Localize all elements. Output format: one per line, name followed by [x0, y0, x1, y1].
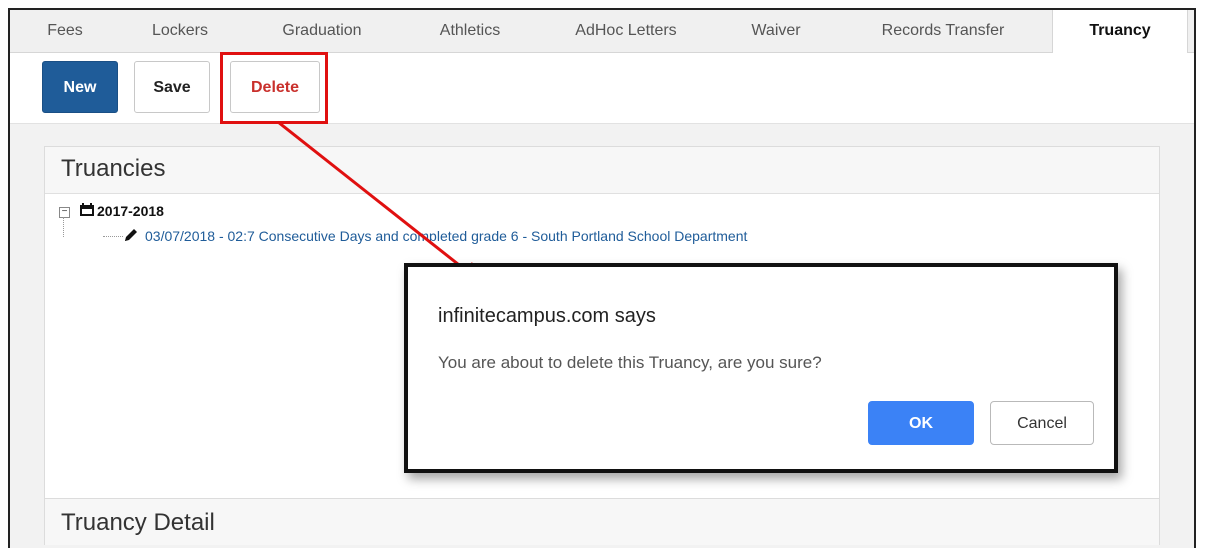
- pencil-icon: [125, 229, 137, 241]
- confirm-dialog: infinitecampus.com says You are about to…: [404, 263, 1118, 473]
- tab-records-transfer[interactable]: Records Transfer: [858, 10, 1028, 52]
- toolbar: New Save Delete: [10, 53, 1194, 124]
- collapse-icon[interactable]: −: [59, 207, 70, 218]
- cancel-button[interactable]: Cancel: [990, 401, 1094, 445]
- tab-lockers[interactable]: Lockers: [135, 10, 225, 52]
- page-margin: [1198, 0, 1220, 535]
- dialog-message: You are about to delete this Truancy, ar…: [438, 353, 822, 372]
- truancies-title: Truancies: [61, 155, 166, 182]
- tab-adhoc-letters[interactable]: AdHoc Letters: [556, 10, 696, 52]
- new-button[interactable]: New: [42, 61, 118, 113]
- truancies-header: Truancies: [45, 147, 1159, 194]
- tab-graduation[interactable]: Graduation: [262, 10, 382, 52]
- tab-bar: Fees Lockers Graduation Athletics AdHoc …: [10, 10, 1194, 53]
- tab-athletics[interactable]: Athletics: [420, 10, 520, 52]
- save-button[interactable]: Save: [134, 61, 210, 113]
- tree-year-label[interactable]: 2017-2018: [97, 203, 164, 219]
- delete-highlight-box: [220, 52, 328, 124]
- tab-truancy[interactable]: Truancy: [1052, 10, 1188, 53]
- tab-fees[interactable]: Fees: [30, 10, 100, 52]
- tree-connector: [63, 217, 64, 237]
- calendar-icon: [80, 203, 94, 216]
- tab-waiver[interactable]: Waiver: [736, 10, 816, 52]
- truancy-detail-title: Truancy Detail: [61, 509, 215, 536]
- truancy-detail-header: Truancy Detail: [44, 498, 1160, 545]
- ok-button[interactable]: OK: [868, 401, 974, 445]
- dialog-origin-text: infinitecampus.com says: [438, 305, 656, 327]
- tree-connector: [103, 236, 123, 237]
- truancy-record-link[interactable]: 03/07/2018 - 02:7 Consecutive Days and c…: [145, 228, 747, 244]
